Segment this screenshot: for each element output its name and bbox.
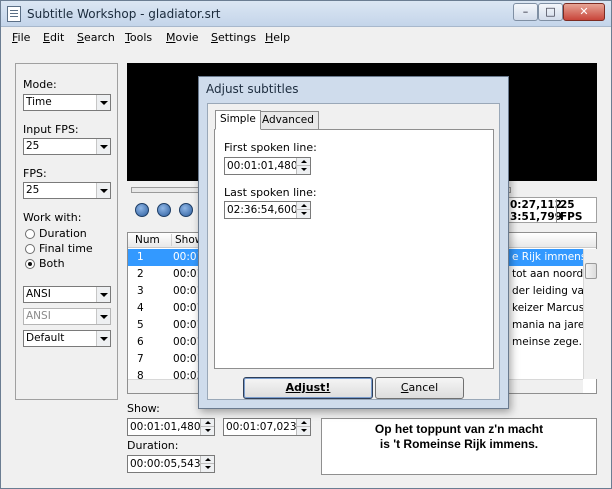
radio-both-label: Both: [39, 257, 65, 270]
chevron-down-icon: [96, 95, 110, 110]
radio-duration-label: Duration: [39, 227, 87, 240]
charset-combo[interactable]: ANSI: [23, 286, 111, 303]
spin-up-icon[interactable]: [296, 202, 310, 210]
radio-final-time[interactable]: [25, 244, 35, 254]
window-title: Subtitle Workshop - gladiator.srt: [27, 7, 221, 21]
default-combo[interactable]: Default: [23, 330, 111, 347]
menu-file[interactable]: File: [12, 31, 30, 44]
row-num: 1: [137, 251, 144, 263]
menu-tools[interactable]: Tools: [125, 31, 152, 44]
column-num[interactable]: Num: [135, 234, 160, 246]
app-icon: [7, 6, 21, 22]
tab-simple[interactable]: Simple: [215, 110, 261, 130]
menu-movie[interactable]: Movie: [166, 31, 199, 44]
show-label: Show:: [127, 402, 160, 415]
fps-label: FPS:: [23, 167, 47, 180]
main-window: Subtitle Workshop - gladiator.srt – □ ✕ …: [0, 0, 612, 489]
last-line-field[interactable]: 02:36:54,600: [224, 201, 311, 219]
spin-up-icon[interactable]: [296, 419, 310, 427]
row-text: e Rijk immens.: [512, 251, 590, 263]
left-panel: Mode: Time Input FPS: 25 FPS: 25 Work wi…: [15, 63, 118, 400]
menu-settings[interactable]: Settings: [211, 31, 256, 44]
chevron-down-icon: [96, 139, 110, 154]
charset-combo-disabled: ANSI: [23, 308, 111, 325]
stop-icon[interactable]: [157, 203, 171, 217]
subtitle-line-2: is 't Romeinse Rijk immens.: [379, 437, 539, 451]
duration-field[interactable]: 00:00:05,543: [127, 455, 215, 473]
cancel-button[interactable]: Cancel: [375, 377, 464, 399]
minimize-button[interactable]: –: [513, 3, 538, 21]
row-num: 4: [137, 302, 144, 314]
row-text: meinse zege...: [512, 336, 589, 348]
row-num: 6: [137, 336, 144, 348]
radio-final-time-label: Final time: [39, 242, 93, 255]
work-with-label: Work with:: [23, 211, 82, 224]
spin-down-icon[interactable]: [200, 464, 214, 472]
spin-down-icon[interactable]: [296, 427, 310, 435]
subtitle-text-box[interactable]: Op het toppunt van z'n macht is 't Romei…: [321, 418, 597, 475]
chevron-down-icon: [96, 331, 110, 346]
row-num: 5: [137, 319, 144, 331]
menu-edit[interactable]: Edit: [43, 31, 64, 44]
close-button[interactable]: ✕: [563, 3, 605, 21]
spin-down-icon[interactable]: [296, 210, 310, 218]
dialog-title: Adjust subtitles: [206, 82, 299, 96]
show-time-field[interactable]: 00:01:01,480: [127, 418, 215, 436]
row-num: 3: [137, 285, 144, 297]
subtitle-line-1: Op het toppunt van z'n macht: [374, 422, 544, 436]
spin-down-icon[interactable]: [296, 166, 310, 174]
row-text: tot aan noord-l: [512, 268, 590, 280]
duration-label: Duration:: [127, 439, 179, 452]
spin-up-icon[interactable]: [200, 456, 214, 464]
row-num: 7: [137, 353, 144, 365]
radio-duration[interactable]: [25, 229, 35, 239]
mode-combo[interactable]: Time: [23, 94, 111, 111]
menu-search[interactable]: Search: [77, 31, 115, 44]
fps-unit: FPS: [556, 211, 582, 223]
play-icon[interactable]: [135, 203, 149, 217]
spin-up-icon[interactable]: [200, 419, 214, 427]
dialog-body: Simple Advanced First spoken line: 00:01…: [207, 103, 500, 400]
title-bar[interactable]: Subtitle Workshop - gladiator.srt – □ ✕: [1, 1, 611, 27]
fps-value: 25: [556, 199, 575, 211]
adjust-button[interactable]: Adjust!: [243, 377, 373, 399]
spin-down-icon[interactable]: [200, 427, 214, 435]
last-line-label: Last spoken line:: [224, 186, 317, 199]
adjust-subtitles-dialog: Adjust subtitles Simple Advanced First s…: [198, 76, 509, 409]
tab-advanced[interactable]: Advanced: [257, 111, 319, 130]
maximize-button[interactable]: □: [538, 3, 563, 21]
time-display: 0:27,112 3:51,799 25 FPS: [507, 197, 597, 223]
first-line-label: First spoken line:: [224, 141, 317, 154]
total-time: 3:51,799: [510, 211, 563, 223]
chevron-down-icon: [96, 309, 110, 324]
grid-vscroll[interactable]: [583, 249, 597, 379]
spin-up-icon[interactable]: [296, 158, 310, 166]
menu-bar: File Edit Search Tools Movie Settings He…: [1, 28, 611, 48]
chevron-down-icon: [96, 183, 110, 198]
mode-label: Mode:: [23, 78, 57, 91]
menu-help[interactable]: Help: [265, 31, 290, 44]
fps-combo[interactable]: 25: [23, 182, 111, 199]
input-fps-combo[interactable]: 25: [23, 138, 111, 155]
scroll-thumb[interactable]: [585, 263, 597, 279]
first-line-field[interactable]: 00:01:01,480: [224, 157, 311, 175]
radio-both[interactable]: [25, 259, 35, 269]
tab-panel-simple: First spoken line: 00:01:01,480 Last spo…: [214, 129, 494, 369]
row-num: 2: [137, 268, 144, 280]
input-fps-label: Input FPS:: [23, 123, 79, 136]
chevron-down-icon: [96, 287, 110, 302]
download-icon[interactable]: [179, 203, 193, 217]
current-time: 0:27,112: [510, 199, 563, 211]
hide-time-field[interactable]: 00:01:07,023: [223, 418, 311, 436]
